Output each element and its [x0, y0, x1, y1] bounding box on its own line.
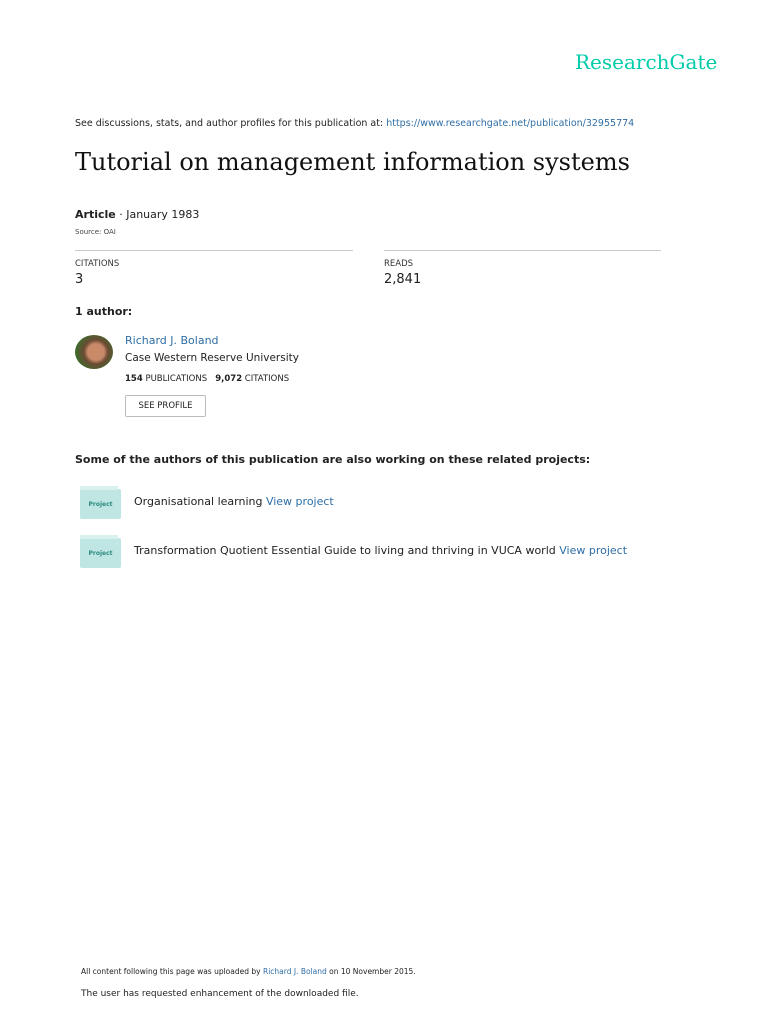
projects-heading: Some of the authors of this publication …	[75, 453, 591, 466]
project-folder-icon: Project	[80, 486, 121, 519]
divider	[75, 250, 353, 251]
view-project-link[interactable]: View project	[266, 495, 334, 508]
upload-prefix: All content following this page was uplo…	[81, 967, 263, 976]
author-stats: 154 PUBLICATIONS 9,072 CITATIONS	[125, 374, 289, 384]
view-project-link[interactable]: View project	[559, 544, 627, 557]
citations-label: CITATIONS	[75, 259, 120, 269]
disclaimer-text: See discussions, stats, and author profi…	[75, 118, 387, 129]
upload-suffix: on 10 November 2015.	[326, 967, 416, 976]
researchgate-logo[interactable]: ResearchGate	[575, 50, 717, 74]
reads-label: READS	[384, 259, 414, 269]
upload-note: All content following this page was uplo…	[81, 967, 416, 976]
disclaimer: See discussions, stats, and author profi…	[75, 118, 634, 129]
project-folder-icon: Project	[80, 535, 121, 568]
publications-count: 154	[125, 374, 143, 384]
publications-label: PUBLICATIONS	[142, 374, 208, 384]
project-item: Transformation Quotient Essential Guide …	[134, 544, 627, 557]
publication-title: Tutorial on management information syste…	[75, 148, 630, 176]
author-citations-label: CITATIONS	[242, 374, 290, 384]
publication-type: Article	[75, 208, 116, 221]
authors-heading: 1 author:	[75, 305, 133, 318]
see-profile-button[interactable]: SEE PROFILE	[125, 395, 206, 417]
publication-meta: Article · January 1983	[75, 208, 199, 221]
divider	[384, 250, 661, 251]
publication-source: Source: OAI	[75, 228, 116, 236]
author-citations-count: 9,072	[215, 374, 243, 384]
reads-count: 2,841	[384, 272, 422, 287]
enhancement-note: The user has requested enhancement of th…	[81, 989, 359, 999]
publication-link[interactable]: https://www.researchgate.net/publication…	[386, 118, 634, 129]
uploader-link[interactable]: Richard J. Boland	[263, 967, 327, 976]
author-affiliation: Case Western Reserve University	[125, 352, 299, 364]
avatar[interactable]	[75, 335, 113, 369]
project-title: Transformation Quotient Essential Guide …	[134, 544, 560, 557]
publication-date: · January 1983	[115, 208, 200, 221]
author-name-link[interactable]: Richard J. Boland	[125, 334, 219, 347]
project-item: Organisational learning View project	[134, 495, 334, 508]
citations-count: 3	[75, 272, 84, 287]
cover-page: ResearchGate See discussions, stats, and…	[0, 0, 768, 1024]
project-title: Organisational learning	[134, 495, 266, 508]
